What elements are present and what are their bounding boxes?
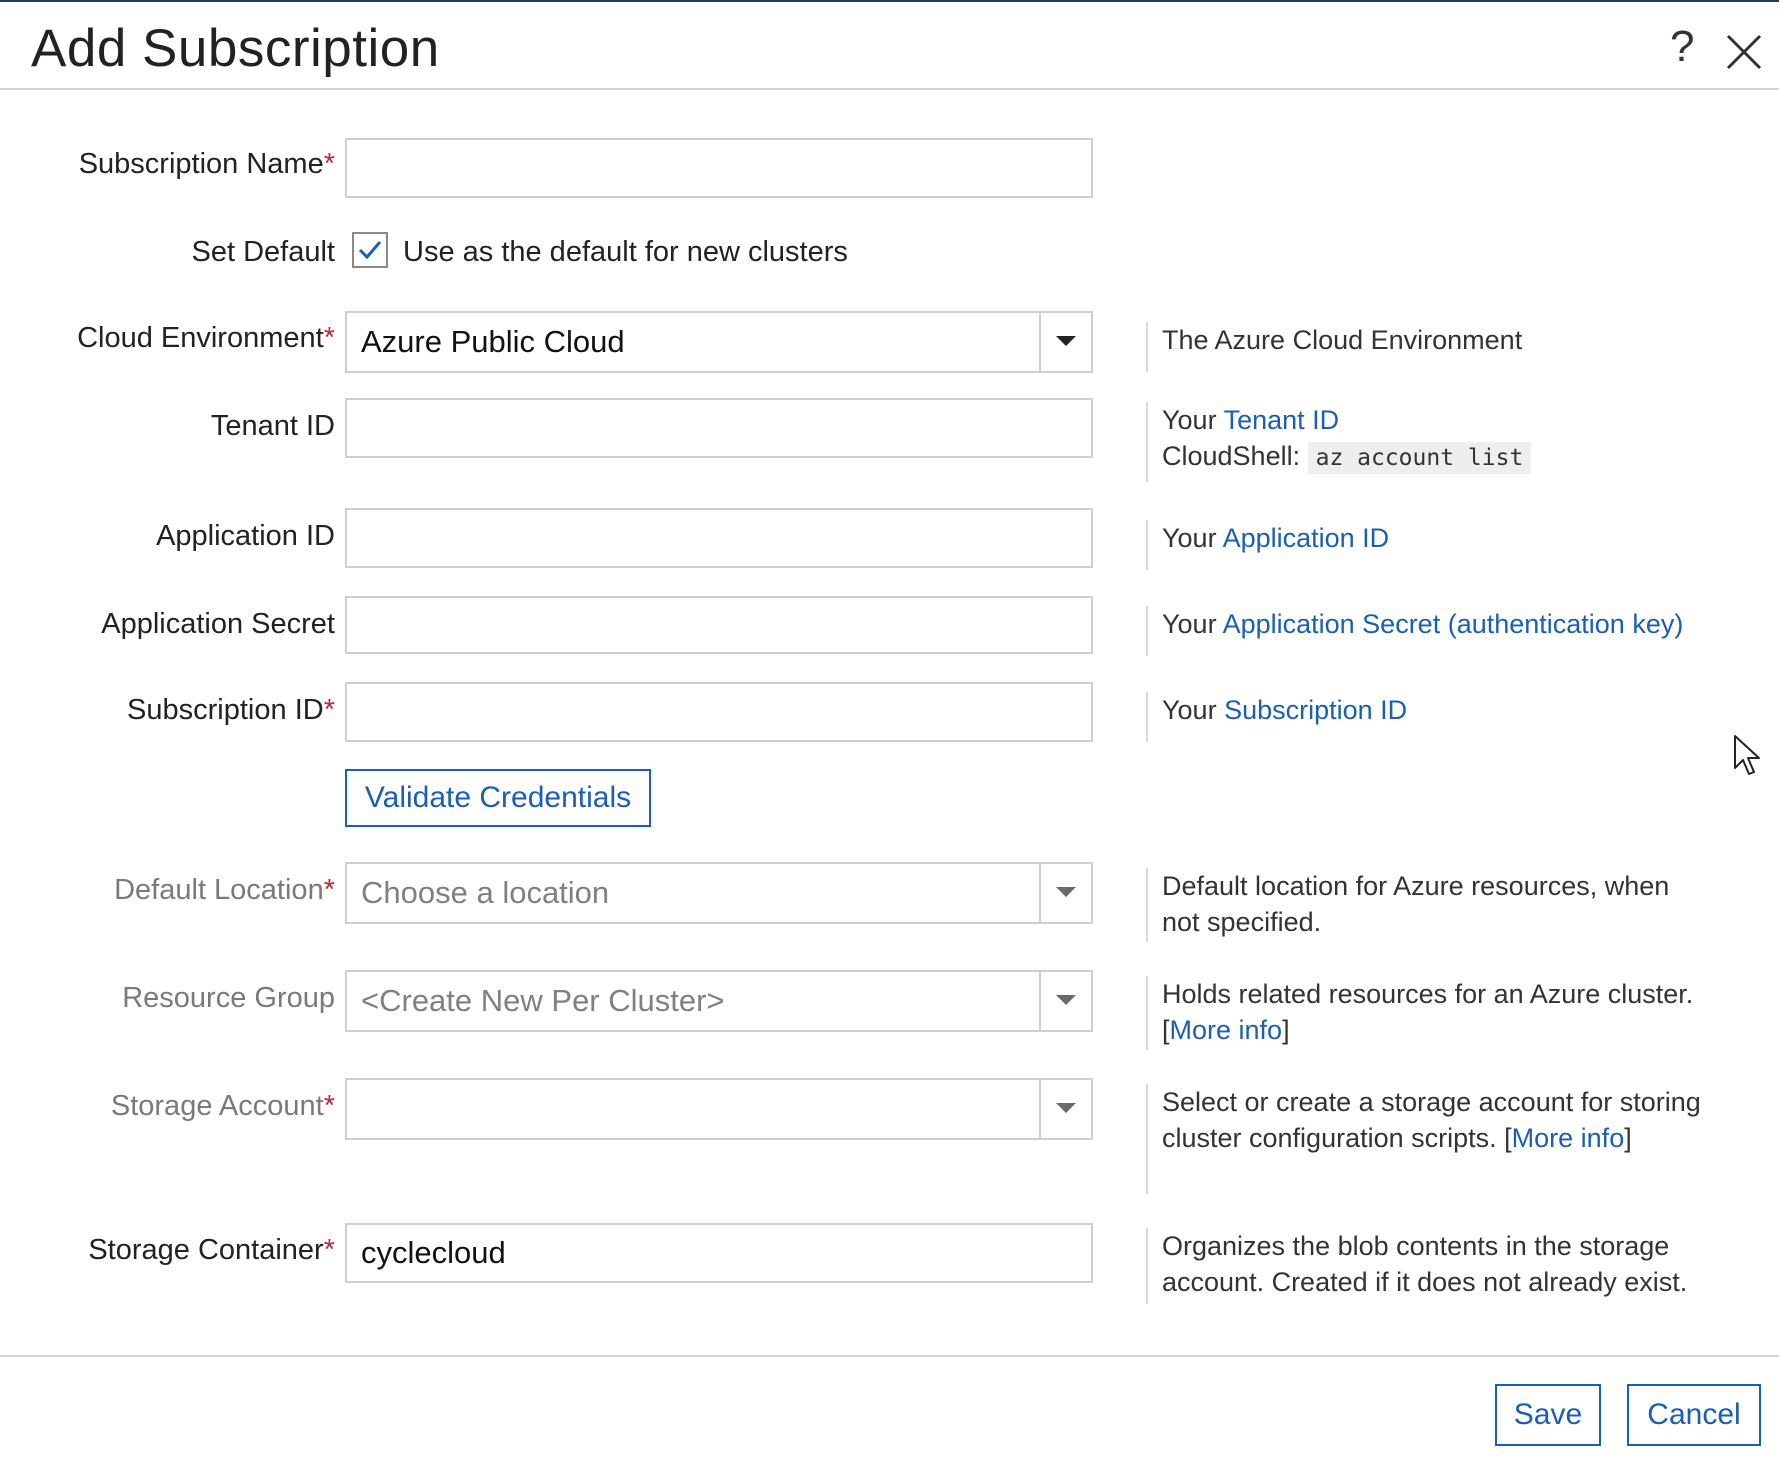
- bracket-close: ]: [1282, 1015, 1290, 1045]
- storage-account-more-info-link[interactable]: More info: [1512, 1123, 1625, 1153]
- cancel-button[interactable]: Cancel: [1627, 1384, 1761, 1446]
- required-mark: *: [323, 694, 335, 726]
- dropdown-button[interactable]: [1039, 972, 1091, 1030]
- resource-group-help: Holds related resources for an Azure clu…: [1146, 976, 1722, 1050]
- required-mark: *: [323, 1234, 335, 1266]
- tenant-id-link[interactable]: Tenant ID: [1224, 405, 1340, 435]
- cloud-environment-label-text: Cloud Environment: [77, 322, 324, 354]
- required-mark: *: [323, 1090, 335, 1122]
- chevron-down-icon: [1056, 1103, 1076, 1113]
- resource-group-select[interactable]: <Create New Per Cluster>: [345, 970, 1093, 1032]
- dropdown-button[interactable]: [1039, 864, 1091, 922]
- storage-container-help: Organizes the blob contents in the stora…: [1146, 1228, 1722, 1304]
- storage-account-select[interactable]: [345, 1078, 1093, 1140]
- bracket-close: ]: [1624, 1123, 1632, 1153]
- subscription-name-label: Subscription Name*: [79, 148, 335, 181]
- default-location-help-text: Default location for Azure resources, wh…: [1162, 871, 1670, 937]
- resource-group-label: Resource Group: [122, 982, 335, 1014]
- set-default-checkbox-label[interactable]: Use as the default for new clusters: [403, 236, 848, 269]
- subscription-id-label: Subscription ID*: [127, 694, 335, 727]
- required-mark: *: [323, 322, 335, 354]
- resource-group-value: <Create New Per Cluster>: [361, 983, 725, 1018]
- storage-container-input[interactable]: [345, 1223, 1093, 1283]
- cloud-environment-select[interactable]: Azure Public Cloud: [345, 311, 1093, 373]
- dialog-header: Add Subscription ?: [0, 2, 1779, 90]
- help-prefix: Your: [1162, 609, 1223, 639]
- cloudshell-label: CloudShell:: [1162, 441, 1308, 471]
- dialog-title: Add Subscription: [31, 19, 440, 78]
- default-location-placeholder: Choose a location: [361, 875, 610, 910]
- default-location-label: Default Location*: [114, 874, 335, 907]
- dropdown-button[interactable]: [1039, 313, 1091, 371]
- resource-group-more-info-link[interactable]: More info: [1170, 1015, 1283, 1045]
- save-button[interactable]: Save: [1495, 1384, 1601, 1446]
- subscription-id-help: Your Subscription ID: [1146, 692, 1722, 742]
- subscription-id-label-text: Subscription ID: [127, 694, 324, 726]
- storage-container-label-text: Storage Container: [88, 1234, 324, 1266]
- application-secret-input[interactable]: [345, 596, 1093, 654]
- required-mark: *: [323, 148, 335, 180]
- required-mark: *: [323, 874, 335, 906]
- footer-divider: [0, 1355, 1779, 1357]
- help-icon[interactable]: ?: [1670, 22, 1694, 72]
- tenant-id-help-line2: CloudShell: az account list: [1162, 438, 1722, 476]
- default-location-select[interactable]: Choose a location: [345, 862, 1093, 924]
- subscription-name-input[interactable]: [345, 138, 1093, 198]
- application-secret-link[interactable]: Application Secret (authentication key): [1223, 609, 1684, 639]
- storage-container-label: Storage Container*: [88, 1234, 335, 1267]
- help-prefix: Your: [1162, 695, 1225, 725]
- add-subscription-dialog: Add Subscription ? Subscription Name* Se…: [0, 0, 1779, 1462]
- tenant-id-help-line1: Your Tenant ID: [1162, 402, 1722, 438]
- mouse-cursor-icon: [1734, 735, 1760, 775]
- subscription-id-input[interactable]: [345, 682, 1093, 742]
- cloud-environment-help: The Azure Cloud Environment: [1146, 322, 1722, 372]
- subscription-id-link[interactable]: Subscription ID: [1224, 695, 1407, 725]
- tenant-id-help: Your Tenant ID CloudShell: az account li…: [1146, 402, 1722, 482]
- validate-credentials-button[interactable]: Validate Credentials: [345, 769, 651, 827]
- default-location-label-text: Default Location: [114, 874, 324, 906]
- chevron-down-icon: [1056, 336, 1076, 346]
- close-icon[interactable]: [1722, 30, 1766, 74]
- storage-account-label: Storage Account*: [111, 1090, 335, 1123]
- application-id-help: Your Application ID: [1146, 520, 1722, 570]
- subscription-name-label-text: Subscription Name: [78, 148, 324, 180]
- help-prefix: Your: [1162, 405, 1224, 435]
- tenant-id-label: Tenant ID: [210, 410, 335, 442]
- tenant-id-input[interactable]: [345, 398, 1093, 458]
- storage-account-help: Select or create a storage account for s…: [1146, 1084, 1707, 1194]
- set-default-checkbox[interactable]: [352, 232, 388, 268]
- default-location-help: Default location for Azure resources, wh…: [1146, 868, 1702, 942]
- dropdown-button[interactable]: [1039, 1080, 1091, 1138]
- resource-group-help-text: Holds related resources for an Azure clu…: [1162, 979, 1694, 1009]
- cloudshell-command: az account list: [1307, 442, 1532, 474]
- chevron-down-icon: [1056, 887, 1076, 897]
- cloud-environment-value: Azure Public Cloud: [361, 324, 625, 359]
- application-secret-help: Your Application Secret (authentication …: [1146, 606, 1722, 656]
- set-default-label: Set Default: [191, 236, 335, 268]
- cloud-environment-help-text: The Azure Cloud Environment: [1162, 325, 1523, 355]
- application-id-label: Application ID: [156, 520, 335, 552]
- bracket-open: [: [1162, 1015, 1170, 1045]
- chevron-down-icon: [1056, 995, 1076, 1005]
- application-id-link[interactable]: Application ID: [1223, 523, 1390, 553]
- application-id-input[interactable]: [345, 508, 1093, 568]
- storage-account-label-text: Storage Account: [110, 1090, 324, 1122]
- check-icon: [358, 241, 382, 260]
- cloud-environment-label: Cloud Environment*: [77, 322, 335, 355]
- storage-container-help-text: Organizes the blob contents in the stora…: [1162, 1231, 1688, 1297]
- resource-group-help-line2: [More info]: [1162, 1012, 1722, 1048]
- help-prefix: Your: [1162, 523, 1223, 553]
- application-secret-label: Application Secret: [101, 608, 335, 640]
